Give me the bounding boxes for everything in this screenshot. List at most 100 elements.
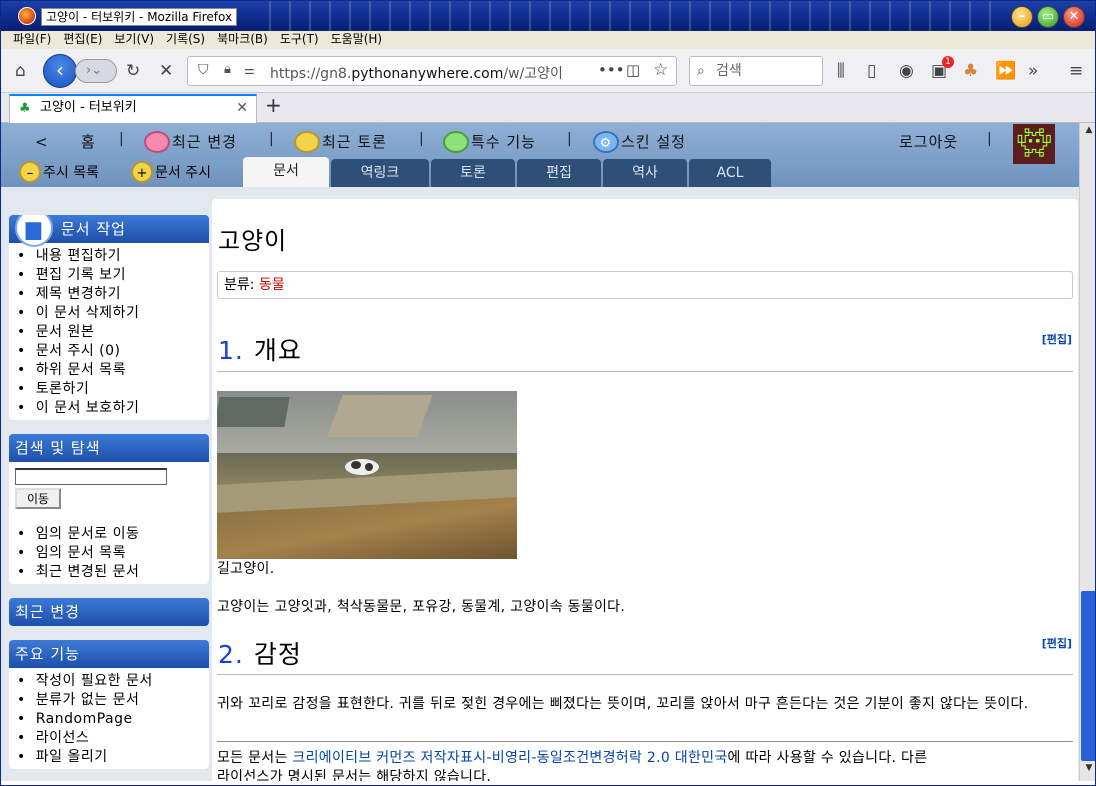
tab-close-icon[interactable]: ✕ <box>236 96 248 120</box>
shield-icon[interactable]: ⛉ <box>198 62 209 78</box>
nav-recent-changes[interactable]: 최근 변경 <box>144 129 237 155</box>
wrench-icon <box>443 130 469 153</box>
search-bar[interactable]: ⌕ 검색 <box>689 56 823 86</box>
search-heading: 검색 및 탐색 <box>9 434 209 462</box>
watch-doc-link[interactable]: + 문서 주시 <box>131 159 211 187</box>
address-bar[interactable]: ⛉ 🔒︎ ⚌ https://gn8.pythonanywhere.com/w/… <box>187 56 677 86</box>
watch-list-icon: – <box>19 161 41 183</box>
sidebar-item-history[interactable]: 편집 기록 보기 <box>17 266 209 285</box>
media-icon[interactable]: ⏩ <box>995 61 1016 81</box>
account-icon[interactable]: ◉ <box>899 61 914 81</box>
watch-list-link[interactable]: – 주시 목록 <box>19 159 99 187</box>
nav-separator: | <box>567 131 572 147</box>
sidebar-item-edit[interactable]: 내용 편집하기 <box>17 247 209 266</box>
browser-tab-active[interactable]: ♣ 고양이 - 터보위키 ✕ <box>9 94 257 123</box>
menu-help[interactable]: 도움말(H) <box>331 31 383 48</box>
intro-paragraph: 고양이는 고양잇과, 척삭동물문, 포유강, 동물계, 고양이속 동물이다. <box>217 599 626 615</box>
scrollbar-thumb[interactable] <box>1081 591 1095 761</box>
home-icon[interactable]: ⌂ <box>15 61 26 81</box>
url-text[interactable]: https://gn8.pythonanywhere.com/w/고양이 <box>270 63 563 83</box>
sidebar-item-random-list[interactable]: 임의 문서 목록 <box>17 544 209 563</box>
sidebar-item-recent-docs[interactable]: 최근 변경된 문서 <box>17 563 209 582</box>
section-heading-2: 2. 감정 <box>218 640 302 669</box>
lock-icon[interactable]: 🔒︎ <box>224 62 231 77</box>
tab-document[interactable]: 문서 <box>243 157 329 187</box>
emotion-paragraph: 귀와 꼬리로 감정을 표현한다. 귀를 뒤로 젖힌 경우에는 삐졌다는 뜻이며,… <box>217 696 1029 712</box>
sidebar-icon[interactable]: ▯ <box>867 61 876 81</box>
menu-history[interactable]: 기록(S) <box>166 31 205 48</box>
cat-photo[interactable] <box>217 391 517 559</box>
vertical-scrollbar[interactable]: ▲ ▼ <box>1079 123 1095 781</box>
back-button[interactable]: ‹ <box>43 54 77 88</box>
reload-icon[interactable]: ↻ <box>126 61 140 81</box>
new-tab-button[interactable]: + <box>265 93 282 117</box>
doc-work-list: 내용 편집하기 편집 기록 보기 제목 변경하기 이 문서 삭제하기 문서 원본… <box>9 243 209 420</box>
tab-backlinks[interactable]: 역링크 <box>331 159 429 187</box>
sidebar-item-protect[interactable]: 이 문서 보호하기 <box>17 399 209 418</box>
tab-history[interactable]: 역사 <box>603 159 687 187</box>
sidebar-item-raw[interactable]: 문서 원본 <box>17 323 209 342</box>
sidebar-item-watch[interactable]: 문서 주시 (0) <box>17 342 209 361</box>
category-link[interactable]: 동물 <box>259 277 285 293</box>
section-heading-1: 1. 개요 <box>218 336 302 365</box>
tab-strip: ♣ 고양이 - 터보위키 ✕ + <box>1 93 1095 123</box>
page-actions-icon[interactable]: ••• <box>598 61 625 79</box>
scroll-up-icon[interactable]: ▲ <box>1082 125 1095 139</box>
hamburger-menu-icon[interactable]: ≡ <box>1069 61 1083 81</box>
minimize-button[interactable]: – <box>1011 6 1033 28</box>
nav-back-link[interactable]: < <box>35 129 49 155</box>
pocket-icon[interactable]: ◫ <box>626 61 640 79</box>
sidebar-item-discuss[interactable]: 토론하기 <box>17 380 209 399</box>
sidebar-search-input[interactable] <box>15 468 167 485</box>
watch-add-icon: + <box>131 161 153 183</box>
stop-icon[interactable]: ✕ <box>159 61 173 81</box>
sidebar-item-rename[interactable]: 제목 변경하기 <box>17 285 209 304</box>
sidebar-item-subpages[interactable]: 하위 문서 목록 <box>17 361 209 380</box>
sidebar-item-wanted[interactable]: 작성이 필요한 문서 <box>17 672 209 691</box>
nav-special[interactable]: 특수 기능 <box>443 129 536 155</box>
scroll-down-icon[interactable]: ▼ <box>1082 763 1095 777</box>
sidebar-item-random[interactable]: 임의 문서로 이동 <box>17 525 209 544</box>
menu-edit[interactable]: 편집(E) <box>63 31 102 48</box>
features-heading: 주요 기능 <box>9 640 209 668</box>
menu-tools[interactable]: 도구(T) <box>280 31 319 48</box>
nav-logout[interactable]: 로그아웃 <box>899 129 958 155</box>
tab-acl[interactable]: ACL <box>689 159 771 187</box>
nav-skin-settings[interactable]: ⚙ 스킨 설정 <box>593 129 686 155</box>
nav-recent-discussion[interactable]: 최근 토론 <box>294 129 387 155</box>
forward-button[interactable]: ›⌄ <box>75 59 117 83</box>
title-bar: 고양이 - 터보위키 - Mozilla Firefox – ▭ ✕ <box>1 1 1095 31</box>
close-button[interactable]: ✕ <box>1063 6 1085 28</box>
sidebar-item-randompage[interactable]: RandomPage <box>17 710 209 729</box>
edit-section-2-link[interactable]: [편집] <box>1042 635 1072 651</box>
firefox-icon[interactable] <box>18 7 36 25</box>
article-content: 고양이 분류: 동물 1. 개요 [편집] 길고양이. 고양이는 고양잇과, 척삭… <box>212 199 1078 781</box>
maximize-button[interactable]: ▭ <box>1037 6 1059 28</box>
wiki-top-nav: < 홈 | 최근 변경 | 최근 토론 | 특수 기능 | ⚙ 스킨 설정 로그아… <box>1 123 1079 187</box>
sidebar: ▆ 문서 작업 내용 편집하기 편집 기록 보기 제목 변경하기 이 문서 삭제… <box>9 215 209 777</box>
permissions-icon[interactable]: ⚌ <box>244 63 255 77</box>
menu-file[interactable]: 파일(F) <box>13 31 51 48</box>
overflow-icon[interactable]: » <box>1028 61 1038 81</box>
edit-section-1-link[interactable]: [편집] <box>1042 331 1072 347</box>
tab-discussion[interactable]: 토론 <box>431 159 515 187</box>
nav-separator: | <box>419 131 424 147</box>
tab-edit[interactable]: 편집 <box>517 159 601 187</box>
page-viewport: < 홈 | 최근 변경 | 최근 토론 | 특수 기능 | ⚙ 스킨 설정 로그아… <box>1 123 1079 781</box>
addon-icon[interactable]: ♣ <box>963 61 978 81</box>
search-panel: 검색 및 탐색 이동 임의 문서로 이동 임의 문서 목록 최근 변경된 문서 <box>9 434 209 584</box>
library-icon[interactable]: ⫼ <box>837 61 845 81</box>
page-title: 고양이 <box>218 227 288 255</box>
menu-bar: 파일(F) 편집(E) 보기(V) 기록(S) 북마크(B) 도구(T) 도움말(H) <box>1 31 1095 49</box>
menu-bookmarks[interactable]: 북마크(B) <box>217 31 268 48</box>
bookmark-star-icon[interactable]: ☆ <box>653 60 668 80</box>
nav-home-link[interactable]: 홈 <box>81 129 96 155</box>
sidebar-item-license[interactable]: 라이선스 <box>17 729 209 748</box>
go-button[interactable]: 이동 <box>15 488 61 509</box>
user-avatar-icon[interactable]: 👾︎ <box>1013 124 1055 164</box>
sidebar-item-upload[interactable]: 파일 올리기 <box>17 748 209 767</box>
sidebar-item-delete[interactable]: 이 문서 삭제하기 <box>17 304 209 323</box>
license-link[interactable]: 크리에이티브 커먼즈 저작자표시-비영리-동일조건변경허락 2.0 대한민국 <box>292 750 727 766</box>
sidebar-item-uncategorized[interactable]: 분류가 없는 문서 <box>17 691 209 710</box>
menu-view[interactable]: 보기(V) <box>114 31 154 48</box>
